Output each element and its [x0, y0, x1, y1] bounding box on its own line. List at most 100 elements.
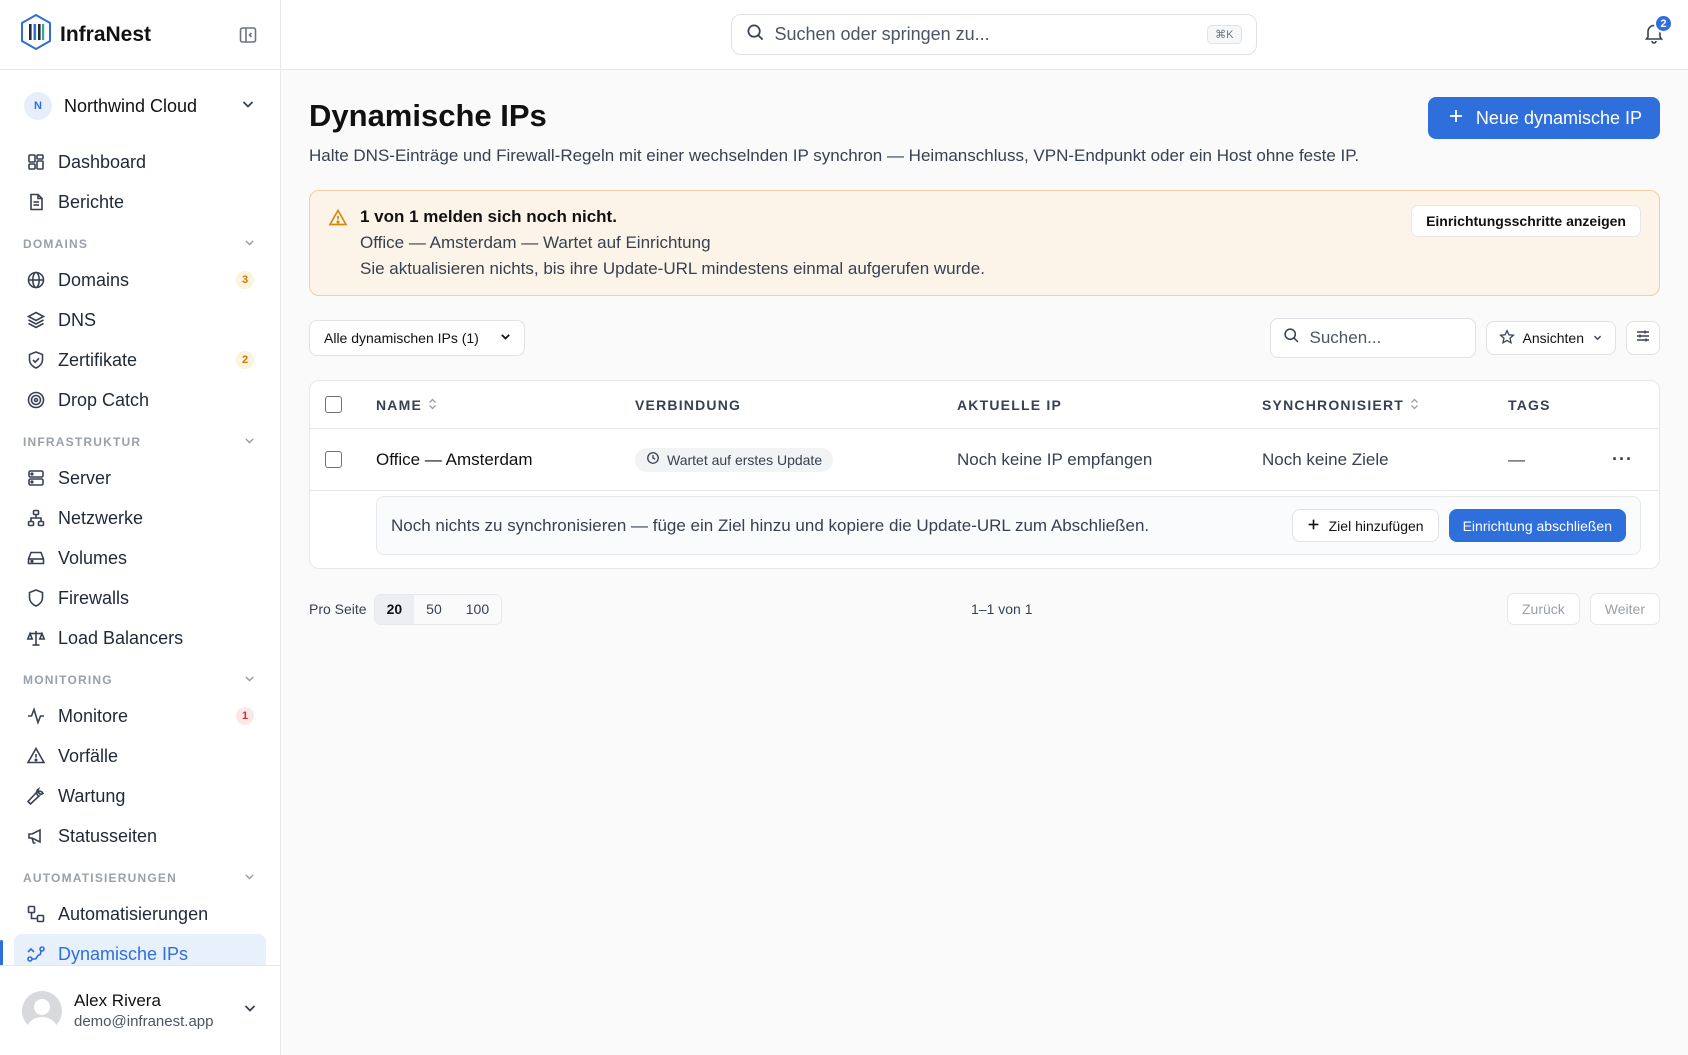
- pending-setup-alert: 1 von 1 melden sich noch nicht. Office —…: [309, 190, 1660, 296]
- table-header: NAME VERBINDUNG AKTUELLE IP SYNCHRONISIE…: [310, 381, 1659, 429]
- section-monitoring[interactable]: MONITORING: [14, 658, 266, 696]
- page-content: Dynamische IPs Halte DNS-Einträge und Fi…: [281, 70, 1688, 625]
- sidebar-item-domains[interactable]: Domains 3: [14, 260, 266, 300]
- user-menu[interactable]: Alex Rivera demo@infranest.app: [0, 965, 280, 1055]
- wrench-icon: [26, 786, 45, 806]
- section-domains[interactable]: DOMAINS: [14, 222, 266, 260]
- activity-icon: [28, 707, 44, 725]
- sidebar-item-netzwerke[interactable]: Netzwerke: [14, 498, 266, 538]
- column-synced[interactable]: SYNCHRONISIERT: [1262, 397, 1419, 413]
- column-tags: TAGS: [1508, 396, 1551, 413]
- add-target-button[interactable]: Ziel hinzufügen: [1291, 509, 1439, 542]
- org-name: Northwind Cloud: [64, 95, 198, 116]
- section-automatisierungen[interactable]: AUTOMATISIERUNGEN: [14, 856, 266, 894]
- sidebar-item-label: Automatisierungen: [58, 903, 209, 924]
- sidebar-item-volumes[interactable]: Volumes: [14, 538, 266, 578]
- collapse-sidebar-icon[interactable]: [236, 23, 260, 47]
- new-dynamic-ip-button[interactable]: Neue dynamische IP: [1427, 97, 1660, 139]
- sidebar-item-label: Statusseiten: [58, 825, 158, 846]
- warning-icon: [328, 208, 348, 295]
- global-search[interactable]: Suchen oder springen zu... ⌘K: [730, 14, 1257, 55]
- globe-icon: [27, 271, 45, 289]
- alert-detail: Office — Amsterdam — Wartet auf Einricht…: [360, 233, 711, 252]
- chevron-down-icon: [243, 672, 256, 688]
- sidebar-item-vorfaelle[interactable]: Vorfälle: [14, 736, 266, 776]
- sidebar-item-label: Zertifikate: [58, 349, 138, 370]
- sidebar-item-label: Volumes: [58, 547, 128, 568]
- column-settings-button[interactable]: [1626, 321, 1660, 355]
- show-setup-steps-button[interactable]: Einrichtungsschritte anzeigen: [1411, 205, 1641, 237]
- sidebar-item-label: Berichte: [58, 191, 125, 212]
- filter-select[interactable]: Alle dynamischen IPs (1): [309, 320, 525, 356]
- setup-hint-text: Noch nichts zu synchronisieren — füge ei…: [391, 515, 1150, 535]
- select-all-checkbox[interactable]: [325, 396, 342, 413]
- plus-icon: [1448, 108, 1464, 129]
- connection-cell: Wartet auf erstes Update: [635, 447, 834, 472]
- count-badge: 2: [236, 351, 254, 369]
- route-icon: [27, 946, 45, 962]
- section-infrastruktur[interactable]: INFRASTRUKTUR: [14, 420, 266, 458]
- sidebar-item-label: Dashboard: [58, 151, 147, 172]
- sidebar-item-label: Dynamische IPs: [58, 943, 189, 964]
- chevron-down-icon: [243, 870, 256, 886]
- sidebar-item-firewalls[interactable]: Firewalls: [14, 578, 266, 618]
- sidebar-item-server[interactable]: Server: [14, 458, 266, 498]
- per-page-option-50[interactable]: 50: [414, 595, 454, 624]
- per-page-option-100[interactable]: 100: [454, 595, 501, 624]
- sidebar-item-zertifikate[interactable]: Zertifikate 2: [14, 340, 266, 380]
- notifications-button[interactable]: 2: [1644, 14, 1673, 49]
- chevron-down-icon: [243, 236, 256, 252]
- sidebar-item-automatisierungen[interactable]: Automatisierungen: [14, 894, 266, 934]
- search-input[interactable]: Suchen...: [1269, 318, 1476, 358]
- search-placeholder: Suchen oder springen zu...: [774, 24, 990, 44]
- sidebar-item-label: Netzwerke: [58, 507, 144, 528]
- column-current-ip: AKTUELLE IP: [957, 396, 1062, 413]
- tags-cell: —: [1508, 449, 1525, 469]
- per-page-option-20[interactable]: 20: [374, 594, 415, 624]
- clock-icon: [646, 451, 660, 468]
- sidebar-item-berichte[interactable]: Berichte: [14, 182, 266, 222]
- sidebar-item-wartung[interactable]: Wartung: [14, 776, 266, 816]
- org-switcher[interactable]: N Northwind Cloud: [0, 70, 280, 142]
- next-page-button[interactable]: Weiter: [1589, 593, 1660, 625]
- more-actions-icon[interactable]: ···: [1612, 449, 1633, 470]
- sidebar-item-label: Firewalls: [58, 587, 130, 608]
- search-placeholder: Suchen...: [1309, 328, 1382, 347]
- finish-setup-button[interactable]: Einrichtung abschließen: [1448, 509, 1626, 542]
- sidebar-item-label: DNS: [58, 309, 97, 330]
- status-text: Wartet auf erstes Update: [667, 451, 823, 468]
- alert-title: 1 von 1 melden sich noch nicht.: [360, 207, 617, 226]
- sidebar-item-load-balancers[interactable]: Load Balancers: [14, 618, 266, 658]
- row-name[interactable]: Office — Amsterdam: [376, 450, 533, 470]
- alert-hint: Sie aktualisieren nichts, bis ihre Updat…: [360, 259, 985, 278]
- column-name[interactable]: NAME: [376, 397, 437, 413]
- sidebar-item-statusseiten[interactable]: Statusseiten: [14, 816, 266, 856]
- app-name: InfraNest: [60, 22, 152, 46]
- dynamic-ip-table: NAME VERBINDUNG AKTUELLE IP SYNCHRONISIE…: [309, 380, 1660, 569]
- row-checkbox[interactable]: [325, 451, 342, 468]
- sidebar-item-dashboard[interactable]: Dashboard: [14, 142, 266, 182]
- hard-drive-icon: [27, 551, 45, 565]
- column-label: NAME: [376, 396, 423, 413]
- sidebar-item-drop-catch[interactable]: Drop Catch: [14, 380, 266, 420]
- app-logo[interactable]: InfraNest: [20, 13, 152, 55]
- current-ip-cell: Noch keine IP empfangen: [957, 449, 1153, 469]
- sidebar-item-monitore[interactable]: Monitore 1: [14, 696, 266, 736]
- sidebar-item-dynamische-ips[interactable]: Dynamische IPs: [0, 934, 266, 965]
- sidebar-item-dns[interactable]: DNS: [14, 300, 266, 340]
- megaphone-icon: [28, 828, 41, 844]
- views-button[interactable]: Ansichten: [1485, 321, 1616, 355]
- shortcut-hint: ⌘K: [1207, 25, 1242, 44]
- sidebar-item-label: Wartung: [58, 785, 126, 806]
- alert-triangle-icon: [26, 746, 46, 764]
- avatar: [22, 990, 62, 1031]
- per-page-label: Pro Seite: [309, 601, 367, 617]
- prev-page-button[interactable]: Zurück: [1507, 593, 1580, 625]
- list-toolbar: Alle dynamischen IPs (1) Suchen... Ansic…: [309, 318, 1660, 358]
- chevron-down-icon: [243, 434, 256, 450]
- section-title: MONITORING: [23, 673, 113, 687]
- sidebar-item-label: Monitore: [58, 705, 129, 726]
- chevron-down-icon: [242, 1000, 258, 1021]
- table-row[interactable]: Office — Amsterdam Wartet auf erstes Upd…: [310, 429, 1659, 491]
- topbar: Suchen oder springen zu... ⌘K 2: [281, 0, 1688, 70]
